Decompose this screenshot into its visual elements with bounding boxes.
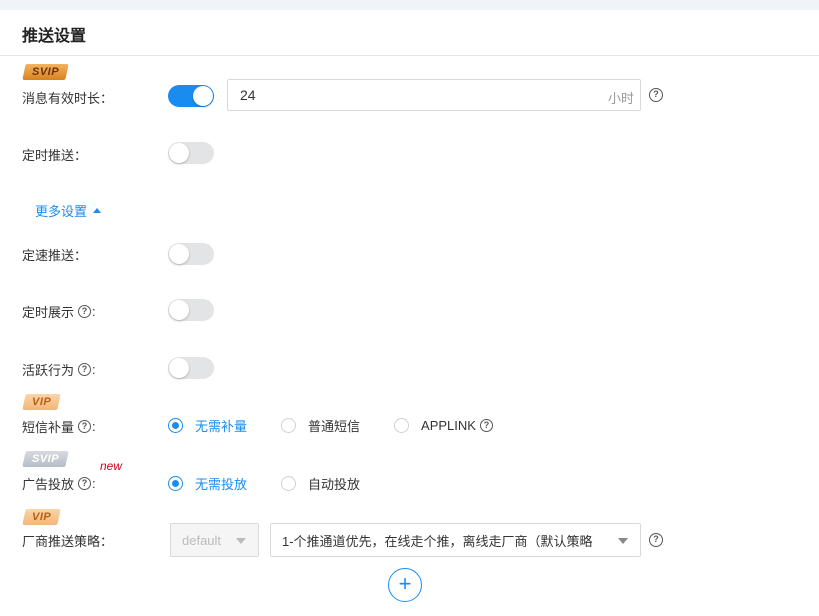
- vendor-strategy-select[interactable]: 1-个推通道优先，在线走个推，离线走厂商（默认策略: [270, 523, 641, 557]
- rate-push-label: 定速推送：: [22, 248, 88, 263]
- sms-supplement-radio-group: 无需补量 普通短信 APPLINK ?: [168, 416, 494, 435]
- radio-normal-sms[interactable]: 普通短信: [281, 416, 360, 435]
- plus-circle-icon[interactable]: +: [388, 568, 422, 602]
- unit-suffix: 小时: [607, 91, 634, 106]
- vendor-strategy-label: 厂商推送策略：: [22, 534, 114, 549]
- ad-delivery-label: 广告投放 ? :: [22, 474, 96, 493]
- more-settings-label: 更多设置: [35, 204, 88, 219]
- vendor-default-select[interactable]: default: [170, 523, 259, 557]
- radio-dot: [281, 418, 297, 433]
- radio-no-delivery[interactable]: 无需投放: [168, 474, 247, 493]
- label-colon: :: [92, 476, 96, 491]
- sms-supplement-text: 短信补量: [22, 420, 75, 435]
- svip-badge-gray: SVIP: [22, 451, 69, 467]
- msg-valid-toggle[interactable]: [168, 85, 214, 107]
- caret-down-icon: [618, 538, 628, 544]
- scheduled-display-label: 定时展示 ? :: [22, 302, 96, 321]
- active-behavior-text: 活跃行为: [22, 363, 75, 378]
- rate-push-toggle[interactable]: [168, 243, 214, 265]
- label-colon: :: [92, 304, 96, 319]
- msg-valid-input-wrap: 小时: [227, 79, 641, 111]
- ad-delivery-radio-group: 无需投放 自动投放: [168, 474, 394, 493]
- question-circle-icon[interactable]: ?: [649, 533, 663, 547]
- section-title: 推送设置: [22, 28, 87, 45]
- select-value: 1-个推通道优先，在线走个推，离线走厂商（默认策略: [282, 533, 593, 549]
- toggle-knob: [169, 244, 189, 264]
- question-circle-icon[interactable]: ?: [78, 420, 92, 433]
- radio-auto-delivery[interactable]: 自动投放: [281, 474, 360, 493]
- toggle-knob: [193, 86, 213, 106]
- toggle-knob: [169, 358, 189, 378]
- radio-applink[interactable]: APPLINK ?: [394, 418, 494, 433]
- radio-dot: [281, 476, 297, 491]
- scheduled-push-label: 定时推送：: [22, 148, 88, 163]
- scheduled-push-toggle[interactable]: [168, 142, 214, 164]
- radio-no-supplement[interactable]: 无需补量: [168, 416, 247, 435]
- toggle-knob: [169, 300, 189, 320]
- active-behavior-toggle[interactable]: [168, 357, 214, 379]
- question-circle-icon[interactable]: ?: [78, 305, 92, 318]
- caret-down-icon: [236, 538, 246, 544]
- scheduled-display-toggle[interactable]: [168, 299, 214, 321]
- label-colon: :: [92, 362, 96, 377]
- radio-dot: [168, 418, 183, 433]
- question-circle-icon[interactable]: ?: [479, 419, 493, 432]
- more-settings-link[interactable]: 更多设置: [35, 201, 102, 220]
- radio-dot: [394, 418, 410, 433]
- question-circle-icon[interactable]: ?: [78, 363, 92, 376]
- radio-dot: [168, 476, 183, 491]
- toggle-knob: [169, 143, 189, 163]
- divider: [0, 55, 819, 56]
- question-circle-icon[interactable]: ?: [649, 88, 663, 102]
- vip-badge: VIP: [22, 394, 61, 410]
- caret-up-icon: [93, 208, 102, 213]
- new-tag: new: [100, 459, 123, 473]
- question-circle-icon[interactable]: ?: [78, 477, 92, 490]
- svip-badge: SVIP: [22, 64, 69, 80]
- top-band: [0, 0, 819, 10]
- active-behavior-label: 活跃行为 ? :: [22, 360, 96, 379]
- msg-valid-label: 消息有效时长：: [22, 91, 114, 106]
- sms-supplement-label: 短信补量 ? :: [22, 417, 96, 436]
- ad-delivery-text: 广告投放: [22, 477, 75, 492]
- vip-badge: VIP: [22, 509, 61, 525]
- select-value: default: [182, 532, 222, 548]
- label-colon: :: [92, 419, 96, 434]
- scheduled-display-text: 定时展示: [22, 305, 75, 320]
- msg-valid-input[interactable]: [228, 80, 588, 110]
